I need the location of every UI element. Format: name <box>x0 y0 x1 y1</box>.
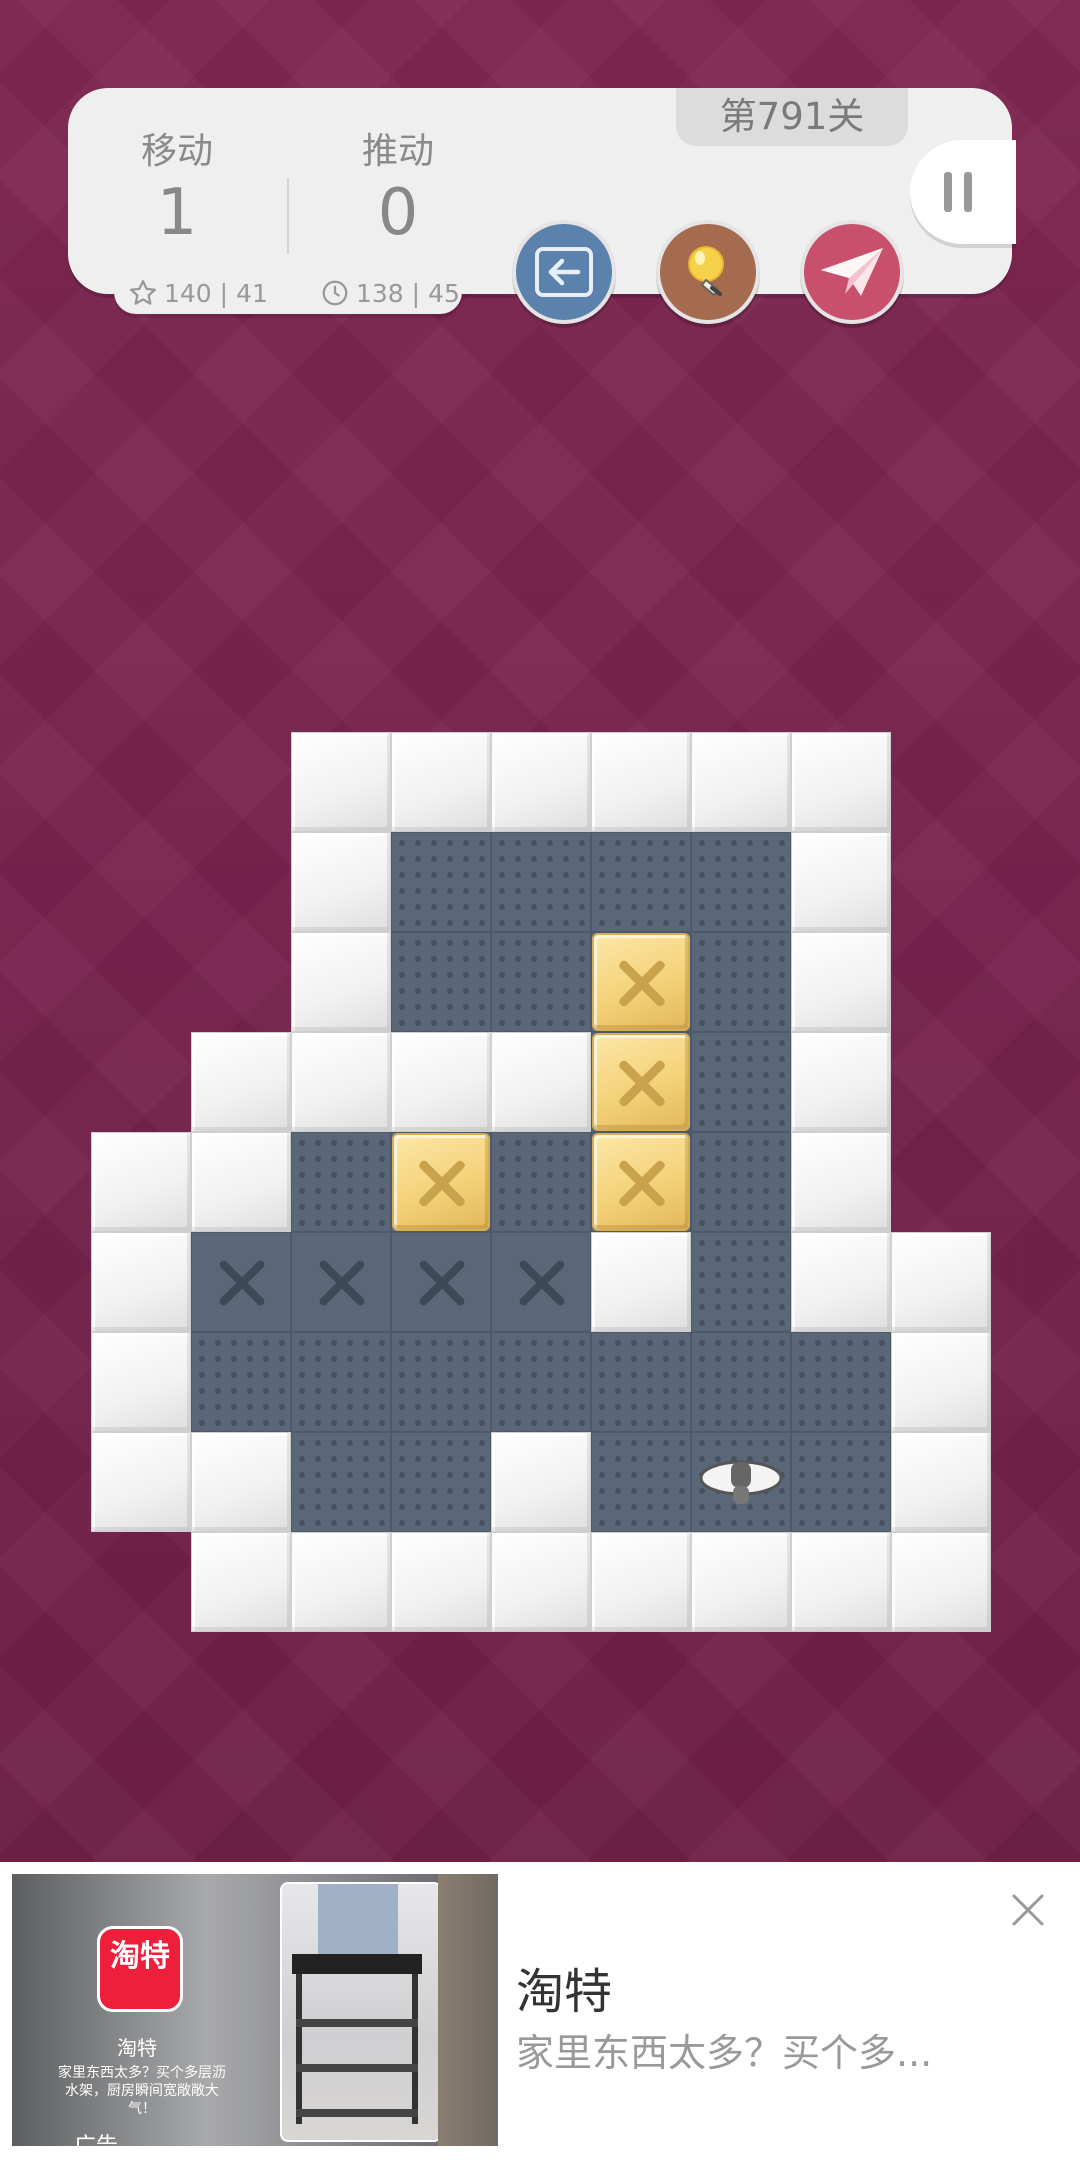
floor-tile <box>691 1232 791 1332</box>
floor-tile <box>591 832 691 932</box>
wall-tile <box>791 1032 891 1132</box>
floor-tile <box>691 1332 791 1432</box>
ad-description[interactable]: 家里东西太多？买个多... <box>516 2022 932 2077</box>
wall-tile <box>291 932 391 1032</box>
wall-tile <box>291 1532 391 1632</box>
floor-tile <box>491 932 591 1032</box>
floor-tile <box>491 1332 591 1432</box>
wall-tile <box>791 832 891 932</box>
floor-tile <box>291 1432 391 1532</box>
wall-tile <box>591 732 691 832</box>
ad-media[interactable]: 淘特 淘特 家里东西太多？买个多层沥水架，厨房瞬间宽敞敞大气！ 广告 <box>12 1874 498 2146</box>
ad-banner[interactable]: 淘特 淘特 家里东西太多？买个多层沥水架，厨房瞬间宽敞敞大气！ 广告 淘特 家里… <box>0 1862 1080 2160</box>
wall-tile <box>891 1232 991 1332</box>
wall-tile <box>491 1532 591 1632</box>
wall-tile <box>491 1432 591 1532</box>
ad-media-edge <box>438 1874 498 2146</box>
wall-tile <box>791 1132 891 1232</box>
crate[interactable] <box>592 1033 690 1131</box>
wall-tile <box>491 1032 591 1132</box>
wall-tile <box>391 732 491 832</box>
floor-tile <box>691 832 791 932</box>
floor-tile <box>591 1332 691 1432</box>
floor-tile <box>691 932 791 1032</box>
wall-tile <box>91 1132 191 1232</box>
floor-tile <box>691 1032 791 1132</box>
wall-tile <box>591 1232 691 1332</box>
wall-tile <box>891 1532 991 1632</box>
floor-tile <box>491 1132 591 1232</box>
wall-tile <box>191 1532 291 1632</box>
target-tile <box>191 1232 291 1332</box>
floor-tile <box>791 1432 891 1532</box>
wall-tile <box>191 1132 291 1232</box>
game-board[interactable] <box>0 0 1080 2160</box>
wall-tile <box>91 1232 191 1332</box>
wall-tile <box>591 1532 691 1632</box>
floor-tile <box>491 832 591 932</box>
wall-tile <box>791 732 891 832</box>
ad-media-name: 淘特 <box>117 2036 157 2060</box>
floor-tile <box>291 1332 391 1432</box>
wall-tile <box>891 1432 991 1532</box>
floor-tile <box>591 1432 691 1532</box>
ad-app-logo: 淘特 <box>97 1926 183 2012</box>
target-tile <box>391 1232 491 1332</box>
ad-title[interactable]: 淘特 <box>516 1952 612 2022</box>
wall-tile <box>391 1532 491 1632</box>
wall-tile <box>91 1332 191 1432</box>
target-tile <box>491 1232 591 1332</box>
ad-media-description: 家里东西太多？买个多层沥水架，厨房瞬间宽敞敞大气！ <box>58 2065 226 2117</box>
crate[interactable] <box>392 1133 490 1231</box>
wall-tile <box>691 1532 791 1632</box>
wall-tile <box>791 932 891 1032</box>
ad-label: 广告 <box>74 2128 118 2146</box>
wall-tile <box>191 1032 291 1132</box>
wall-tile <box>791 1532 891 1632</box>
target-tile <box>291 1232 391 1332</box>
floor-tile <box>291 1132 391 1232</box>
wall-tile <box>891 1332 991 1432</box>
wall-tile <box>291 732 391 832</box>
crate[interactable] <box>592 1133 690 1231</box>
wall-tile <box>191 1432 291 1532</box>
floor-tile <box>791 1332 891 1432</box>
wall-tile <box>391 1032 491 1132</box>
wall-tile <box>291 832 391 932</box>
wall-tile <box>691 732 791 832</box>
floor-tile <box>391 832 491 932</box>
floor-tile <box>391 932 491 1032</box>
wall-tile <box>91 1432 191 1532</box>
player-icon[interactable] <box>691 1432 791 1532</box>
wall-tile <box>291 1032 391 1132</box>
floor-tile <box>691 1132 791 1232</box>
crate[interactable] <box>592 933 690 1031</box>
close-icon[interactable] <box>1008 1890 1048 1930</box>
wall-tile <box>491 732 591 832</box>
wall-tile <box>791 1232 891 1332</box>
floor-tile <box>391 1432 491 1532</box>
ad-product-image <box>280 1882 442 2142</box>
floor-tile <box>391 1332 491 1432</box>
floor-tile <box>191 1332 291 1432</box>
